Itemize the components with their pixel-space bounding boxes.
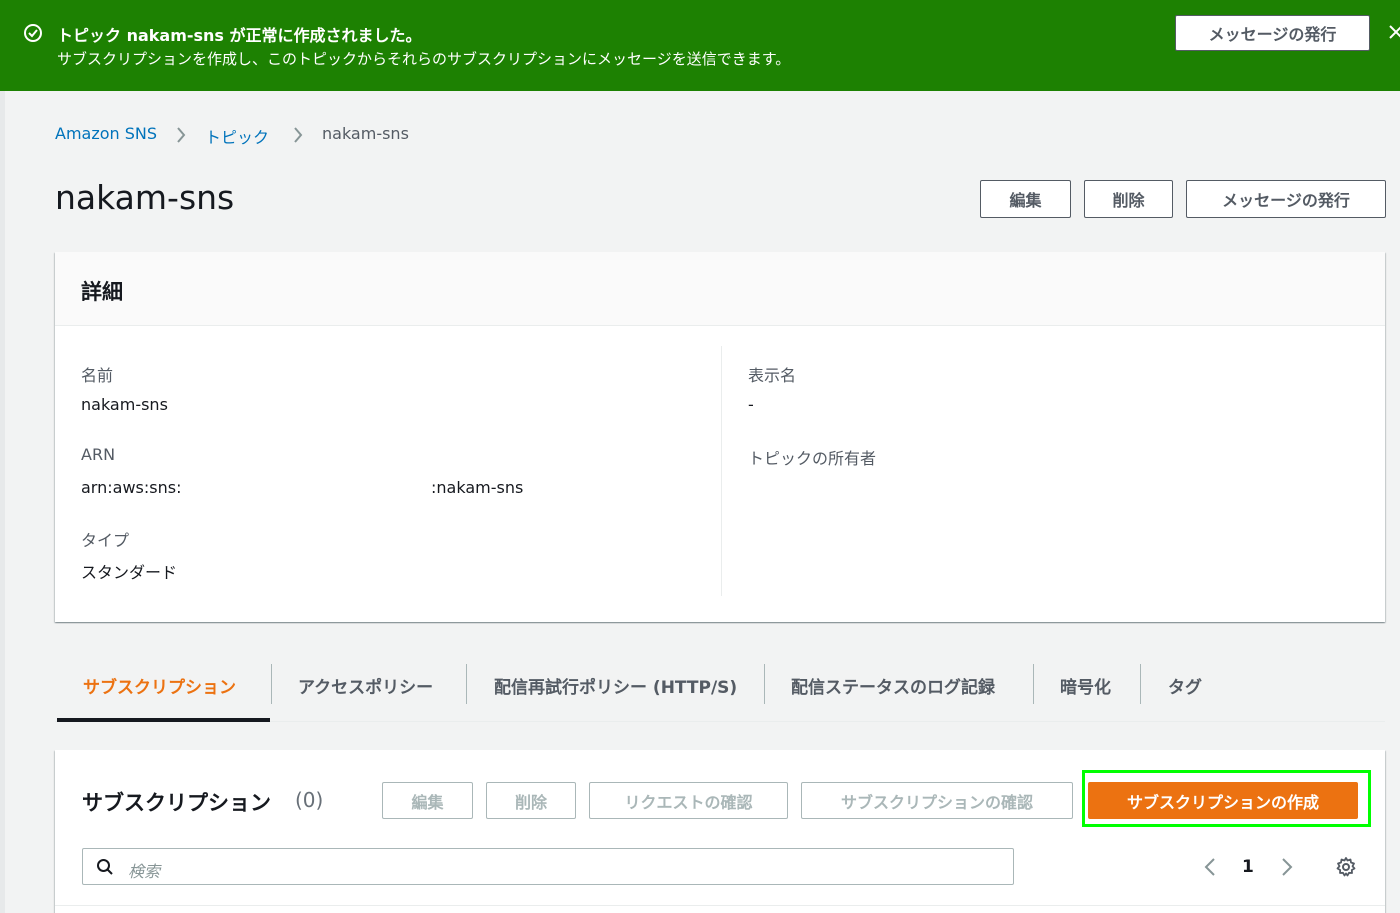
- chevron-right-icon: [294, 127, 303, 143]
- tab-access-policy[interactable]: アクセスポリシー: [298, 673, 433, 698]
- tab-delivery-status-logging[interactable]: 配信ステータスのログ記録: [791, 673, 995, 698]
- tab-delivery-retry-policy[interactable]: 配信再試行ポリシー (HTTP/S): [494, 673, 737, 698]
- publish-message-button[interactable]: メッセージの発行: [1186, 180, 1386, 218]
- tab-divider: [1033, 664, 1034, 704]
- gear-icon[interactable]: [1335, 856, 1357, 878]
- search-placeholder: 検索: [128, 862, 161, 881]
- type-label: タイプ: [81, 531, 130, 550]
- flash-title: トピック nakam-sns が正常に作成されました。: [57, 26, 422, 45]
- edit-button[interactable]: 編集: [980, 180, 1071, 218]
- flash-publish-message-button[interactable]: メッセージの発行: [1175, 15, 1370, 51]
- tab-divider: [1140, 664, 1141, 704]
- subscriptions-title: サブスクリプション: [82, 791, 271, 815]
- column-divider: [721, 346, 722, 596]
- details-panel: 詳細 名前 nakam-sns ARN arn:aws:sns: :nakam-…: [55, 252, 1385, 622]
- name-label: 名前: [81, 366, 114, 385]
- page-title: nakam-sns: [55, 178, 235, 217]
- display-name-value: -: [748, 395, 754, 414]
- type-value: スタンダード: [81, 563, 178, 582]
- active-tab-indicator: [57, 718, 270, 722]
- breadcrumb-item-amazon-sns[interactable]: Amazon SNS: [55, 124, 157, 143]
- subscriptions-count: (0): [295, 788, 324, 812]
- confirm-subscription-button[interactable]: サブスクリプションの確認: [801, 782, 1073, 819]
- flash-message: サブスクリプションを作成し、このトピックからそれらのサブスクリプションにメッセー…: [57, 50, 791, 68]
- tab-subscriptions[interactable]: サブスクリプション: [83, 673, 236, 698]
- arn-value-prefix: arn:aws:sns:: [81, 478, 182, 497]
- subscription-delete-button[interactable]: 削除: [486, 782, 576, 819]
- left-edge: [0, 91, 5, 913]
- page-number[interactable]: 1: [1242, 857, 1254, 877]
- chevron-left-icon[interactable]: [1203, 856, 1217, 878]
- success-flash-banner: トピック nakam-sns が正常に作成されました。 サブスクリプションを作成…: [0, 0, 1400, 91]
- chevron-right-icon[interactable]: [1280, 856, 1294, 878]
- tab-encryption[interactable]: 暗号化: [1060, 673, 1111, 698]
- chevron-right-icon: [177, 127, 186, 143]
- search-field[interactable]: 検索: [82, 848, 1014, 885]
- breadcrumb-item-current: nakam-sns: [322, 124, 409, 143]
- owner-label: トピックの所有者: [748, 449, 877, 468]
- arn-label: ARN: [81, 445, 116, 464]
- close-icon[interactable]: [1388, 20, 1400, 44]
- details-title: 詳細: [81, 280, 123, 304]
- breadcrumb-item-topics[interactable]: トピック: [205, 124, 269, 148]
- success-check-icon: [24, 24, 42, 42]
- table-header-divider: [55, 905, 1385, 906]
- search-icon: [97, 859, 113, 875]
- details-header: 詳細: [55, 252, 1385, 326]
- tab-divider: [466, 664, 467, 704]
- display-name-label: 表示名: [748, 366, 797, 385]
- tab-tags[interactable]: タグ: [1168, 673, 1202, 698]
- subscription-edit-button[interactable]: 編集: [382, 782, 473, 819]
- delete-button[interactable]: 削除: [1084, 180, 1173, 218]
- name-value: nakam-sns: [81, 395, 168, 414]
- tab-divider: [764, 664, 765, 704]
- arn-value-suffix: :nakam-sns: [431, 478, 524, 497]
- highlight-box: [1082, 770, 1371, 827]
- request-confirmation-button[interactable]: リクエストの確認: [589, 782, 788, 819]
- tab-divider: [271, 664, 272, 704]
